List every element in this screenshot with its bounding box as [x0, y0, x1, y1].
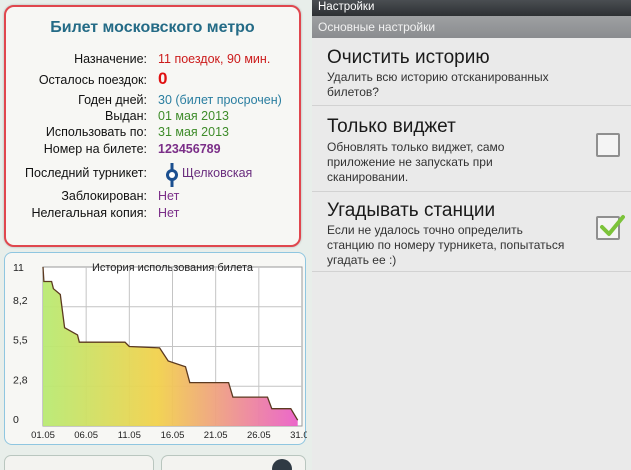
checkmark-icon — [600, 215, 625, 236]
x-tick-label: 21.05 — [204, 430, 228, 441]
settings-pane: Настройки Основные настройки Очистить ис… — [312, 0, 631, 470]
pref-summary: Обновлять только виджет, само приложение… — [327, 140, 504, 185]
pref-title: Угадывать станции — [327, 200, 496, 221]
row-value: 11 поездок, 90 мин. — [158, 52, 271, 66]
row-value: 30 (билет просрочен) — [158, 93, 282, 107]
row-label: Годен дней: — [78, 93, 147, 107]
x-tick-label: 01.05 — [31, 430, 55, 441]
row-value: Щелковская — [182, 166, 253, 180]
pref-summary-line: Если не удалось точно определить — [327, 223, 523, 237]
x-tick-label: 31.05 — [290, 430, 307, 441]
x-tick-label: 16.05 — [161, 430, 185, 441]
y-tick-label: 0 — [13, 414, 19, 426]
row-label: Выдан: — [105, 109, 147, 123]
pref-title: Очистить историю — [327, 47, 490, 68]
y-tick-label: 11 — [13, 262, 24, 274]
pref-summary-line: билетов? — [327, 85, 379, 99]
row-value: Нет — [158, 206, 180, 220]
x-tick-label: 06.05 — [74, 430, 98, 441]
widget-only-checkbox[interactable] — [596, 133, 620, 157]
row-ticket-number: Номер на билете: 123456789 — [6, 142, 299, 161]
section-header-general: Основные настройки — [312, 16, 631, 38]
help-icon — [272, 459, 292, 470]
ticket-card: Билет московского метро Назначение: 11 п… — [4, 5, 301, 247]
row-value: 0 — [158, 69, 168, 88]
pref-guess-stations[interactable]: Угадывать станции Если не удалось точно … — [312, 192, 631, 272]
row-label: Осталось поездок: — [38, 73, 147, 87]
row-purpose: Назначение: 11 поездок, 90 мин. — [6, 52, 299, 71]
pref-summary-line: сканировании. — [327, 170, 409, 184]
row-last-turnstile: Последний турникет: Щелковская — [6, 163, 299, 187]
pref-summary: Удалить всю историю отсканированных биле… — [327, 70, 549, 100]
settings-window-title: Настройки — [312, 0, 631, 16]
row-value: 31 мая 2013 — [158, 125, 229, 139]
row-value: Нет — [158, 189, 180, 203]
pref-clear-history[interactable]: Очистить историю Удалить всю историю отс… — [312, 38, 631, 106]
pref-summary-line: приложение не запускать при — [327, 155, 493, 169]
row-label: Использовать по: — [45, 125, 147, 139]
pref-summary-line: станцию по номеру турникета, попытаться — [327, 238, 565, 252]
y-tick-label: 2,8 — [13, 374, 28, 386]
usage-history-chart-svg: История использования билета02,85,58,211… — [13, 262, 307, 441]
row-illegal-copy: Нелегальная копия: Нет — [6, 206, 299, 225]
guess-stations-checkbox[interactable] — [596, 215, 625, 240]
row-value: 01 мая 2013 — [158, 109, 229, 123]
row-rides-left: Осталось поездок: 0 — [6, 69, 299, 92]
row-label: Заблокирован: — [61, 189, 147, 203]
row-label: Номер на билете: — [43, 142, 147, 156]
row-label: Нелегальная копия: — [31, 206, 147, 220]
x-tick-label: 26.05 — [247, 430, 271, 441]
pref-summary: Если не удалось точно определить станцию… — [327, 223, 564, 268]
pref-summary-line: угадать ее :) — [327, 253, 397, 267]
row-label: Назначение: — [74, 52, 147, 66]
metro-station-pin-icon — [166, 163, 178, 187]
pref-widget-only[interactable]: Только виджет Обновлять только виджет, с… — [312, 106, 631, 192]
row-label: Последний турникет: — [25, 166, 147, 180]
y-tick-label: 8,2 — [13, 295, 28, 307]
usage-history-chart: История использования билета 0 2,8 5,5 8,2 11… — [4, 252, 307, 445]
row-value: 123456789 — [158, 142, 221, 156]
ticket-info-pane: Билет московского метро Назначение: 11 п… — [0, 0, 312, 470]
bottom-action-button-left[interactable] — [4, 455, 154, 470]
pref-summary-line: Обновлять только виджет, само — [327, 140, 505, 154]
pref-title: Только виджет — [327, 116, 456, 137]
y-tick-label: 5,5 — [13, 335, 28, 347]
bottom-action-button-right[interactable] — [161, 455, 306, 470]
x-tick-label: 11.05 — [118, 430, 141, 441]
pref-summary-line: Удалить всю историю отсканированных — [327, 70, 549, 84]
ticket-title: Билет московского метро — [50, 19, 255, 36]
